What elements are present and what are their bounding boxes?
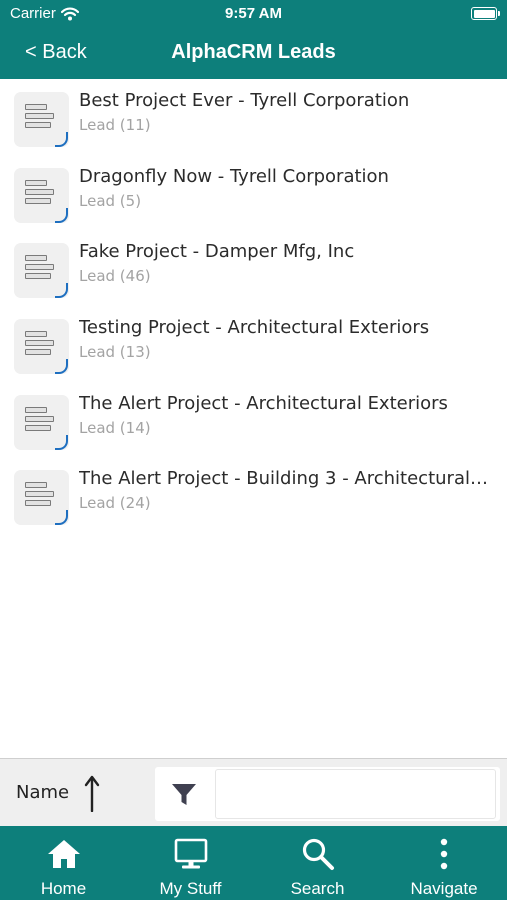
tab-search[interactable]: Search bbox=[254, 826, 381, 900]
lead-subtitle: Lead (24) bbox=[79, 494, 151, 513]
monitor-icon bbox=[174, 838, 207, 869]
tab-bar: Home My Stuff Search Navigate bbox=[0, 826, 507, 900]
lead-subtitle: Lead (5) bbox=[79, 191, 142, 210]
lead-document-icon bbox=[14, 92, 69, 147]
list-item[interactable]: Fake Project - Damper Mfg, Inc Lead (46) bbox=[0, 230, 507, 306]
tab-my-stuff[interactable]: My Stuff bbox=[127, 826, 254, 900]
sort-filter-bar: Name bbox=[0, 758, 507, 826]
lead-subtitle: Lead (11) bbox=[79, 116, 151, 134]
more-vertical-icon bbox=[440, 838, 448, 870]
lead-document-icon bbox=[14, 470, 69, 526]
tab-navigate[interactable]: Navigate bbox=[381, 826, 507, 900]
battery-icon bbox=[471, 7, 500, 20]
search-icon bbox=[302, 838, 334, 870]
lead-name: The Alert Project - Building 3 - Archite… bbox=[79, 468, 489, 490]
sort-ascending-arrow-icon[interactable] bbox=[82, 774, 102, 812]
lead-name: Best Project Ever - Tyrell Corporation bbox=[79, 90, 410, 111]
lead-name: The Alert Project - Architectural Exteri… bbox=[79, 392, 448, 414]
lead-name: Testing Project - Architectural Exterior… bbox=[79, 317, 430, 339]
sort-field-button[interactable]: Name bbox=[16, 782, 69, 803]
tab-home[interactable]: Home bbox=[0, 826, 127, 900]
tab-search-label: Search bbox=[290, 879, 345, 898]
home-icon bbox=[47, 840, 80, 868]
back-button-label: < Back bbox=[25, 41, 87, 63]
battery-level bbox=[473, 9, 495, 18]
list-item[interactable]: Testing Project - Architectural Exterior… bbox=[0, 306, 507, 382]
filter-input[interactable] bbox=[215, 769, 496, 819]
lead-document-icon bbox=[14, 394, 69, 450]
lead-subtitle: Lead (46) bbox=[79, 267, 151, 286]
list-item[interactable]: The Alert Project - Architectural Exteri… bbox=[0, 382, 507, 458]
lead-name: Dragonfly Now - Tyrell Corporation bbox=[79, 165, 389, 187]
navigation-bar: < Back AlphaCRM Leads bbox=[0, 28, 507, 79]
leads-list: Best Project Ever - Tyrell Corporation L… bbox=[0, 79, 507, 533]
list-item[interactable]: Best Project Ever - Tyrell Corporation L… bbox=[0, 79, 507, 155]
tab-home-label: Home bbox=[40, 879, 87, 898]
lead-subtitle: Lead (14) bbox=[79, 418, 151, 437]
back-button[interactable]: < Back bbox=[25, 41, 87, 64]
lead-subtitle: Lead (13) bbox=[79, 343, 151, 362]
lead-document-icon bbox=[14, 167, 69, 223]
filter-box bbox=[155, 767, 500, 821]
list-item[interactable]: Dragonfly Now - Tyrell Corporation Lead … bbox=[0, 155, 507, 231]
status-bar: Carrier 9:57 AM bbox=[0, 0, 507, 28]
funnel-icon[interactable] bbox=[171, 782, 197, 808]
tab-my-stuff-label: My Stuff bbox=[159, 879, 222, 898]
list-item[interactable]: The Alert Project - Building 3 - Archite… bbox=[0, 457, 507, 533]
tab-navigate-label: Navigate bbox=[410, 879, 478, 898]
lead-document-icon bbox=[14, 243, 69, 299]
lead-document-icon bbox=[14, 319, 69, 375]
status-time: 9:57 AM bbox=[225, 5, 282, 22]
lead-name: Fake Project - Damper Mfg, Inc bbox=[79, 241, 355, 263]
